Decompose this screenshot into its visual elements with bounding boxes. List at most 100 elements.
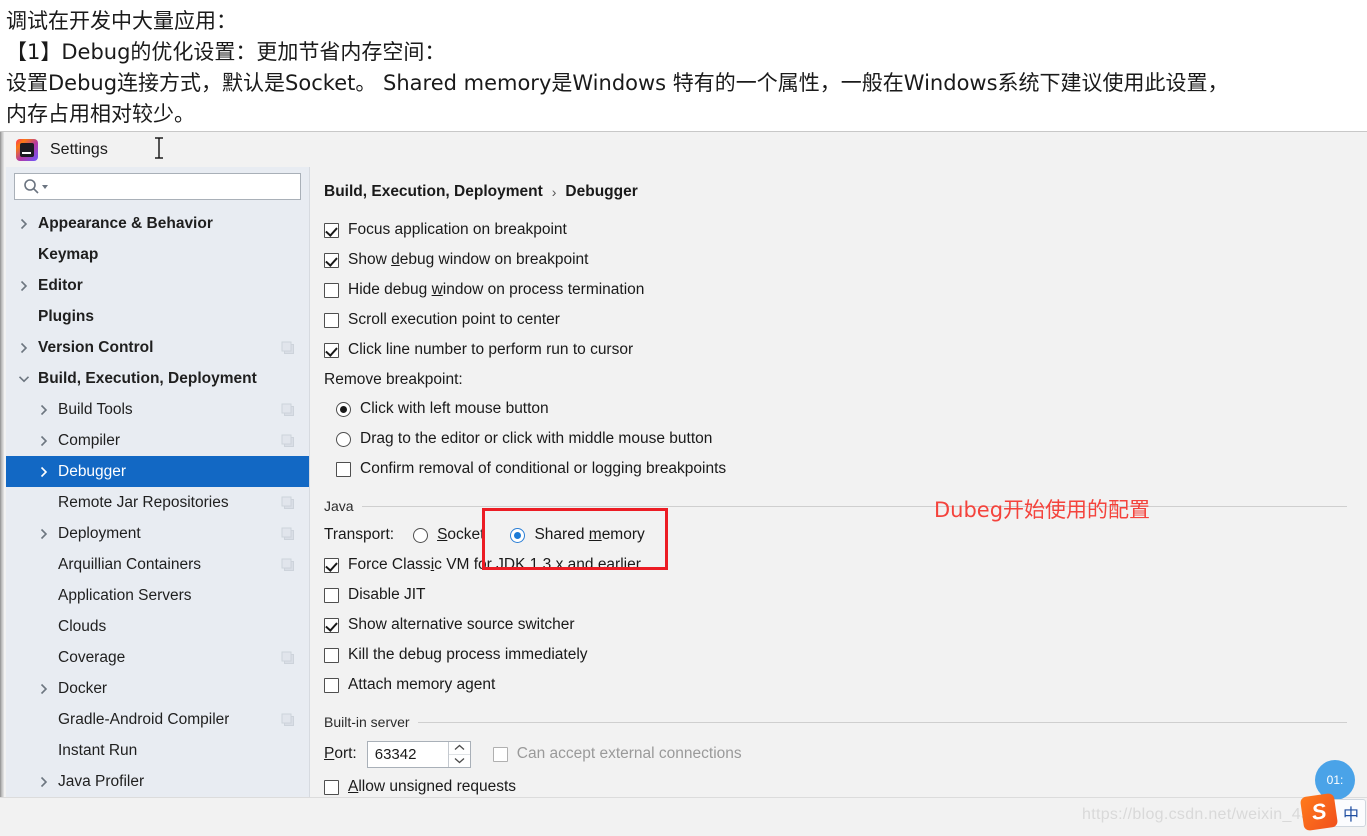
breadcrumb: Build, Execution, Deployment › Debugger [324, 183, 1347, 201]
port-input[interactable] [367, 741, 448, 767]
chevron-right-icon[interactable] [16, 342, 32, 354]
chevron-right-icon[interactable] [36, 528, 52, 540]
note-line-3: 设置Debug连接方式，默认是Socket。 Shared memory是Win… [6, 71, 1229, 95]
breadcrumb-separator-icon: › [551, 184, 557, 200]
sidebar-item-gradle-android-compiler[interactable]: Gradle-Android Compiler [6, 704, 309, 735]
checkbox[interactable] [324, 647, 339, 663]
chevron-right-icon[interactable] [16, 280, 32, 292]
red-annotation-text: Dubeg开始使用的配置 [934, 498, 1151, 522]
sidebar-item-build-tools[interactable]: Build Tools [6, 394, 309, 425]
sidebar-item-label: Debugger [58, 462, 127, 480]
copy-settings-icon[interactable] [281, 527, 295, 541]
checkbox[interactable] [324, 312, 339, 328]
spinner-up-icon[interactable] [449, 742, 470, 754]
option-label: Show debug window on breakpoint [348, 251, 589, 268]
java-option-row[interactable]: Kill the debug process immediately [324, 640, 1347, 670]
transport-socket-radio[interactable] [413, 527, 429, 543]
breadcrumb-root[interactable]: Build, Execution, Deployment [324, 183, 543, 201]
note-line-2: 【1】Debug的优化设置：更加节省内存空间： [6, 40, 446, 64]
chevron-right-icon[interactable] [36, 776, 52, 788]
checkbox[interactable] [324, 557, 339, 573]
spinner-down-icon[interactable] [448, 753, 470, 767]
search-input[interactable] [49, 175, 300, 198]
sidebar-item-application-servers[interactable]: Application Servers [6, 580, 309, 611]
sidebar-item-label: Build, Execution, Deployment [38, 369, 257, 387]
sidebar-item-arquillian-containers[interactable]: Arquillian Containers [6, 549, 309, 580]
confirm-removal-row[interactable]: Confirm removal of conditional or loggin… [324, 454, 1347, 484]
sidebar-item-label: Version Control [38, 338, 154, 356]
transport-shared-memory-radio[interactable] [510, 527, 526, 543]
option-row[interactable]: Hide debug window on process termination [324, 275, 1347, 305]
chevron-down-icon[interactable] [16, 374, 32, 384]
search-box[interactable] [14, 173, 301, 200]
lesson-notes: 调试在开发中大量应用： 【1】Debug的优化设置：更加节省内存空间： 设置De… [0, 0, 1367, 131]
chevron-right-icon[interactable] [16, 218, 32, 230]
sidebar-item-build-execution-deployment[interactable]: Build, Execution, Deployment [6, 363, 309, 394]
settings-main-panel: Build, Execution, Deployment › Debugger … [311, 167, 1367, 836]
sidebar-item-compiler[interactable]: Compiler [6, 425, 309, 456]
ime-language-label[interactable]: 中 [1343, 801, 1359, 825]
checkbox[interactable] [324, 252, 339, 268]
sogou-input-icon[interactable]: S [1299, 792, 1339, 832]
search-wrapper [6, 167, 309, 204]
sidebar-item-docker[interactable]: Docker [6, 673, 309, 704]
radio-button[interactable] [336, 431, 351, 447]
java-option-label: Force Classic VM for JDK 1.3.x and earli… [348, 556, 641, 573]
sidebar-item-appearance-behavior[interactable]: Appearance & Behavior [6, 208, 309, 239]
text-cursor-icon [152, 136, 166, 160]
option-row[interactable]: Scroll execution point to center [324, 305, 1347, 335]
checkbox[interactable] [324, 617, 339, 633]
chevron-right-icon[interactable] [36, 466, 52, 478]
checkbox[interactable] [324, 282, 339, 298]
java-option-row[interactable]: Attach memory agent [324, 670, 1347, 700]
allow-unsigned-requests-checkbox[interactable] [324, 779, 339, 795]
option-row[interactable]: Focus application on breakpoint [324, 215, 1347, 245]
sidebar-item-instant-run[interactable]: Instant Run [6, 735, 309, 766]
sidebar-item-keymap[interactable]: Keymap [6, 239, 309, 270]
sidebar-item-deployment[interactable]: Deployment [6, 518, 309, 549]
sidebar-item-label: Docker [58, 679, 108, 697]
group-divider [361, 505, 1347, 507]
copy-settings-icon[interactable] [281, 713, 295, 727]
checkbox[interactable] [324, 222, 339, 238]
chevron-right-icon[interactable] [36, 404, 52, 416]
sidebar-item-label: Compiler [58, 431, 121, 449]
sidebar-item-clouds[interactable]: Clouds [6, 611, 309, 642]
sidebar-item-label: Appearance & Behavior [38, 214, 213, 232]
option-label: Hide debug window on process termination [348, 281, 645, 298]
transport-row: Transport: Socket Shared memory [324, 520, 1347, 550]
checkbox[interactable] [324, 677, 339, 693]
sidebar-item-debugger[interactable]: Debugger [6, 456, 309, 487]
remove-breakpoint-option-row[interactable]: Drag to the editor or click with middle … [324, 424, 1347, 454]
option-row[interactable]: Show debug window on breakpoint [324, 245, 1347, 275]
copy-settings-icon[interactable] [281, 496, 295, 510]
java-option-row[interactable]: Force Classic VM for JDK 1.3.x and earli… [324, 550, 1347, 580]
copy-settings-icon[interactable] [281, 403, 295, 417]
remove-breakpoint-option-row[interactable]: Click with left mouse button [324, 394, 1347, 424]
sidebar-item-plugins[interactable]: Plugins [6, 301, 309, 332]
option-row[interactable]: Click line number to perform run to curs… [324, 335, 1347, 365]
sidebar-item-java-profiler[interactable]: Java Profiler [6, 766, 309, 797]
chevron-right-icon[interactable] [36, 435, 52, 447]
sidebar-item-label: Build Tools [58, 400, 133, 418]
transport-shared-memory-label: Shared memory [534, 526, 645, 543]
port-label: Port: [324, 745, 357, 762]
java-option-label: Attach memory agent [348, 676, 496, 693]
copy-settings-icon[interactable] [281, 651, 295, 665]
sidebar-item-version-control[interactable]: Version Control [6, 332, 309, 363]
confirm-removal-checkbox[interactable] [336, 461, 351, 477]
copy-settings-icon[interactable] [281, 434, 295, 448]
chevron-right-icon[interactable] [36, 683, 52, 695]
sidebar-item-editor[interactable]: Editor [6, 270, 309, 301]
checkbox[interactable] [324, 342, 339, 358]
settings-tree: Appearance & Behavior Keymap Editor Plugins… [6, 208, 309, 828]
port-spinner[interactable] [366, 740, 471, 768]
java-option-row[interactable]: Disable JIT [324, 580, 1347, 610]
checkbox[interactable] [324, 587, 339, 603]
copy-settings-icon[interactable] [281, 341, 295, 355]
java-option-row[interactable]: Show alternative source switcher [324, 610, 1347, 640]
sidebar-item-remote-jar-repositories[interactable]: Remote Jar Repositories [6, 487, 309, 518]
radio-button[interactable] [336, 401, 351, 417]
sidebar-item-coverage[interactable]: Coverage [6, 642, 309, 673]
copy-settings-icon[interactable] [281, 558, 295, 572]
